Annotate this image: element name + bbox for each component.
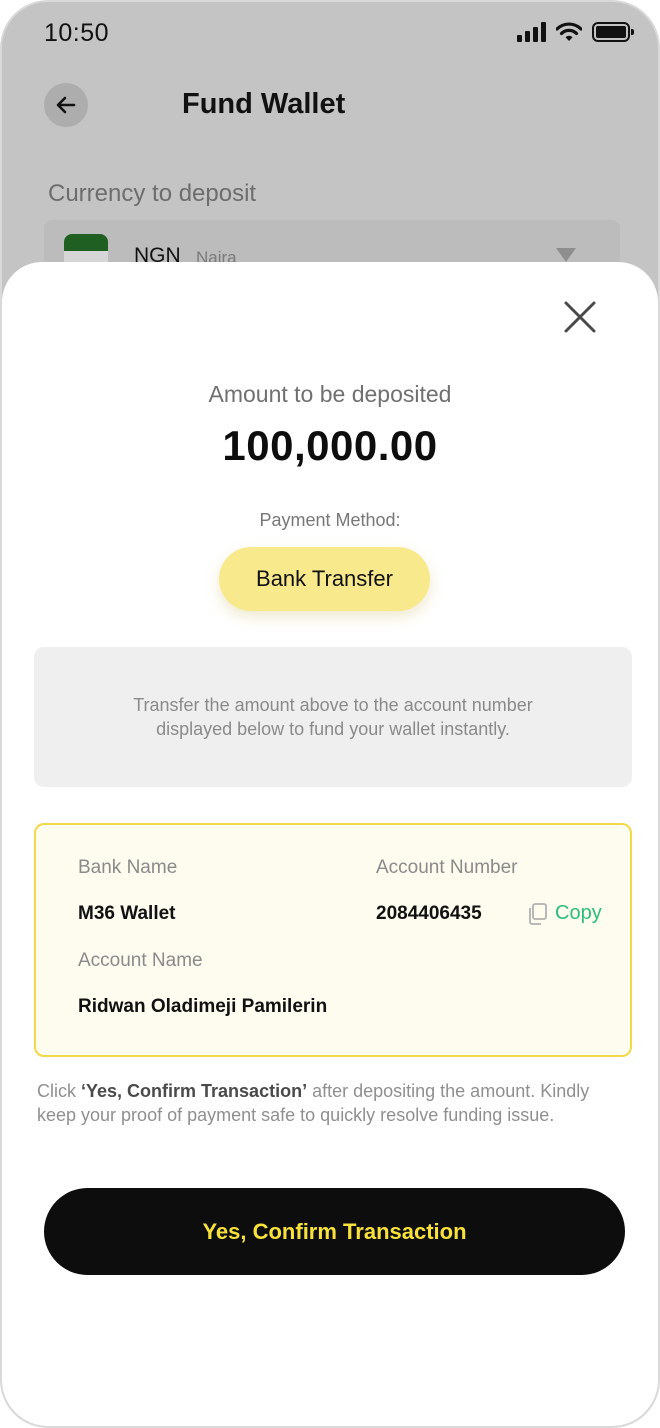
- account-number-value: 2084406435: [376, 903, 482, 924]
- status-time: 10:50: [44, 19, 110, 47]
- amount-value: 100,000.00: [222, 422, 438, 469]
- battery-icon: [592, 22, 634, 42]
- back-arrow-icon: [56, 96, 76, 114]
- back-button[interactable]: [44, 83, 88, 127]
- account-name-value: Ridwan Oladimeji Pamilerin: [78, 996, 328, 1017]
- account-name-label: Account Name: [78, 950, 203, 971]
- note-prefix: Click: [37, 1081, 81, 1101]
- close-icon[interactable]: [562, 299, 598, 335]
- copy-icon: [529, 902, 547, 925]
- status-bar: 10:50: [2, 2, 658, 68]
- info-box: Transfer the amount above to the account…: [34, 647, 632, 787]
- account-number-label: Account Number: [376, 857, 518, 878]
- confirmation-note: Click ‘Yes, Confirm Transaction’ after d…: [37, 1079, 627, 1127]
- copy-label: Copy: [555, 902, 602, 924]
- payment-method-label: Payment Method:: [259, 510, 401, 530]
- currency-label: Currency to deposit: [48, 180, 257, 207]
- copy-button[interactable]: Copy: [527, 902, 602, 925]
- wifi-icon: [556, 22, 582, 41]
- payment-method-pill[interactable]: Bank Transfer: [219, 547, 430, 611]
- note-emphasis: ‘Yes, Confirm Transaction’: [81, 1081, 308, 1101]
- bank-name-value: M36 Wallet: [78, 903, 176, 924]
- account-details-card: Bank Name M36 Wallet Account Number 2084…: [34, 823, 632, 1057]
- page-title: Fund Wallet: [182, 88, 346, 120]
- status-icons: [517, 22, 634, 42]
- info-text: Transfer the amount above to the account…: [133, 695, 533, 739]
- signal-icon: [517, 22, 546, 42]
- chevron-down-icon: [556, 248, 576, 262]
- phone-frame: 10:50 Fund Wallet Currency to deposit NG…: [0, 0, 660, 1428]
- amount-label: Amount to be deposited: [208, 381, 452, 407]
- bank-name-label: Bank Name: [78, 857, 178, 878]
- confirm-transaction-button[interactable]: Yes, Confirm Transaction: [44, 1188, 625, 1275]
